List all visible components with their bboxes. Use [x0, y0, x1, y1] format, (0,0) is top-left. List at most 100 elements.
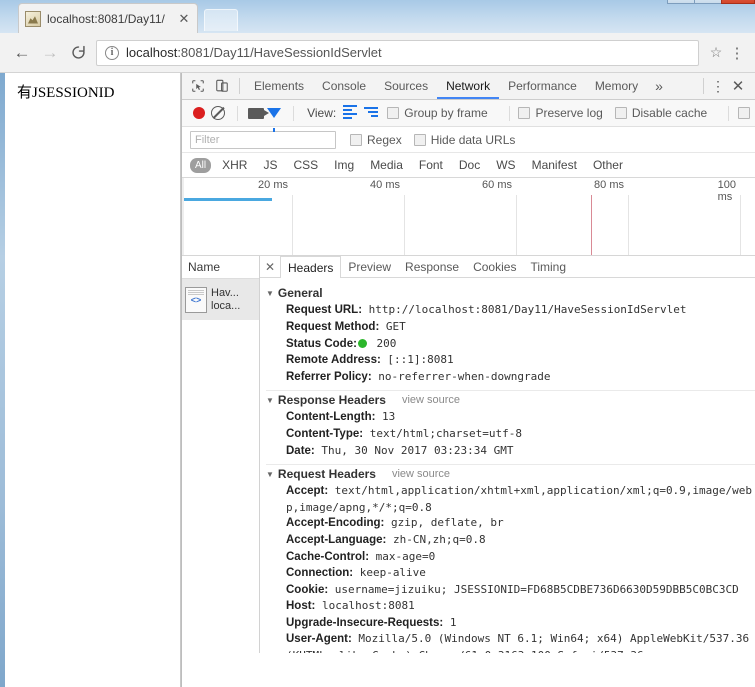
header-value: [::1]:8081 — [380, 353, 454, 367]
checkbox-box — [413, 133, 426, 146]
triangle-down-icon: ▼ — [266, 395, 274, 405]
disable-cache-checkbox[interactable]: Disable cache — [614, 106, 707, 120]
type-filter-all[interactable]: All — [190, 157, 212, 173]
offline-checkbox[interactable] — [738, 107, 755, 119]
type-filter-font[interactable]: Font — [414, 157, 448, 173]
bookmark-star-icon[interactable]: ☆ — [705, 44, 727, 61]
section-response-headers-header[interactable]: ▼ Response Headers view source — [266, 390, 755, 409]
type-filter-css[interactable]: CSS — [288, 157, 323, 173]
site-info-icon[interactable]: i — [105, 45, 119, 60]
divider-1 — [236, 105, 238, 121]
header-value: gzip, deflate, br — [384, 516, 504, 530]
type-filter-manifest[interactable]: Manifest — [527, 157, 582, 173]
header-value: localhost:8081 — [315, 599, 415, 613]
capture-screenshots-button[interactable] — [247, 107, 269, 119]
details-tab-timing[interactable]: Timing — [523, 256, 573, 277]
type-filter-doc[interactable]: Doc — [454, 157, 485, 173]
type-filter-media[interactable]: Media — [365, 157, 408, 173]
request-row[interactable]: <> Hav... loca... — [182, 279, 259, 320]
tab-memory[interactable]: Memory — [586, 73, 647, 99]
preserve-log-checkbox[interactable]: Preserve log — [518, 106, 603, 120]
new-tab-button[interactable] — [204, 9, 238, 31]
checkbox-box — [387, 107, 400, 119]
hide-data-urls-checkbox[interactable]: Hide data URLs — [413, 133, 515, 147]
header-row: Accept-Language: zh-CN,zh;q=0.8 — [266, 532, 755, 549]
devtools-tabbar: Elements Console Sources Network Perform… — [182, 73, 755, 100]
header-row: Remote Address: [::1]:8081 — [266, 352, 755, 369]
requests-column-header-name[interactable]: Name — [182, 256, 259, 279]
headers-body: ▼ General Request URL: http://localhost:… — [260, 278, 755, 653]
filter-input[interactable]: Filter — [190, 130, 336, 149]
status-ok-dot-icon — [357, 338, 367, 348]
maximize-button[interactable] — [694, 0, 722, 4]
overview-tick-labels: 20 ms 40 ms 60 ms 80 ms 100 ms — [182, 178, 755, 203]
request-row-name-line1: Hav... — [211, 286, 239, 299]
type-filter-img[interactable]: Img — [329, 157, 359, 173]
details-tab-preview[interactable]: Preview — [341, 256, 398, 277]
camera-icon — [247, 107, 269, 119]
more-tabs-icon[interactable]: » — [647, 78, 671, 94]
browser-window: localhost:8081/Day11/ ✕ ← → i localhost:… — [0, 0, 755, 687]
header-value: username=jizuiku; JSESSIONID=FD68B5CDBE7… — [328, 582, 739, 596]
filter-toggle-button[interactable] — [265, 108, 285, 132]
page-body-text: 有JSESSIONID — [17, 85, 115, 101]
type-filter-xhr[interactable]: XHR — [217, 157, 252, 173]
toggle-device-toolbar-icon[interactable] — [210, 75, 234, 97]
close-tab-icon[interactable]: ✕ — [177, 11, 191, 27]
group-by-frame-checkbox[interactable]: Group by frame — [387, 106, 488, 120]
clear-button[interactable] — [208, 106, 228, 120]
devtools-menu-icon[interactable]: ⋮ — [709, 78, 727, 95]
header-name: Remote Address: — [286, 354, 381, 367]
close-devtools-icon[interactable]: ✕ — [727, 77, 749, 95]
network-overview-timeline[interactable]: 20 ms 40 ms 60 ms 80 ms 100 ms — [182, 178, 755, 256]
view-source-link[interactable]: view source — [392, 468, 450, 480]
checkbox-box — [614, 107, 627, 119]
divider-2 — [293, 105, 295, 121]
overview-tick-40ms: 40 ms — [370, 179, 400, 191]
header-name: Status Code: — [286, 337, 357, 350]
details-tabbar: ✕ Headers Preview Response Cookies Timin… — [260, 256, 755, 279]
reload-icon[interactable] — [64, 39, 92, 67]
section-request-headers-header[interactable]: ▼ Request Headers view source — [266, 464, 755, 483]
browser-menu-icon[interactable]: ⋮ — [727, 44, 747, 62]
network-type-filters: All XHR JS CSS Img Media Font Doc WS Man… — [182, 153, 755, 178]
requests-list: Name <> Hav... loca... — [182, 256, 260, 653]
close-window-button[interactable] — [721, 0, 755, 4]
regex-checkbox[interactable]: Regex — [350, 133, 402, 147]
tab-console[interactable]: Console — [313, 73, 375, 99]
list-view-button[interactable] — [342, 105, 358, 121]
type-filter-ws[interactable]: WS — [491, 157, 520, 173]
record-button[interactable] — [190, 107, 208, 119]
type-filter-js[interactable]: JS — [258, 157, 282, 173]
network-filter-bar: Filter Regex Hide data URLs — [182, 127, 755, 153]
tab-network[interactable]: Network — [437, 73, 499, 99]
close-details-icon[interactable]: ✕ — [260, 256, 280, 277]
overview-gridline — [516, 195, 517, 255]
details-tab-cookies[interactable]: Cookies — [466, 256, 523, 277]
url-host: localhost — [126, 45, 178, 60]
tab-performance[interactable]: Performance — [499, 73, 586, 99]
minimize-button[interactable] — [667, 0, 695, 4]
view-source-link[interactable]: view source — [402, 394, 460, 406]
tab-elements[interactable]: Elements — [245, 73, 313, 99]
header-name: Accept-Language: — [286, 533, 387, 546]
section-general-header[interactable]: ▼ General — [266, 284, 755, 302]
back-icon[interactable]: ← — [8, 39, 36, 67]
devtools-panel: Elements Console Sources Network Perform… — [181, 73, 755, 687]
header-name: Referrer Policy: — [286, 370, 372, 383]
details-tab-response[interactable]: Response — [398, 256, 466, 277]
inspect-element-icon[interactable] — [186, 75, 210, 97]
header-name: Date: — [286, 444, 315, 457]
overview-gridline — [404, 195, 405, 255]
waterfall-view-button[interactable] — [363, 105, 379, 121]
forward-icon[interactable]: → — [36, 39, 64, 67]
header-row: Request URL: http://localhost:8081/Day11… — [266, 302, 755, 319]
details-tab-headers[interactable]: Headers — [280, 256, 342, 279]
type-filter-other[interactable]: Other — [588, 157, 628, 173]
network-toolbar: View: Group by frame Preserve log Disabl… — [182, 100, 755, 132]
address-bar[interactable]: i localhost:8081/Day11/HaveSessionIdServ… — [96, 39, 699, 66]
tab-sources[interactable]: Sources — [375, 73, 437, 99]
browser-tab[interactable]: localhost:8081/Day11/ ✕ — [18, 3, 198, 33]
section-response-headers-title: Response Headers — [277, 393, 386, 408]
reload-glyph — [71, 45, 85, 59]
